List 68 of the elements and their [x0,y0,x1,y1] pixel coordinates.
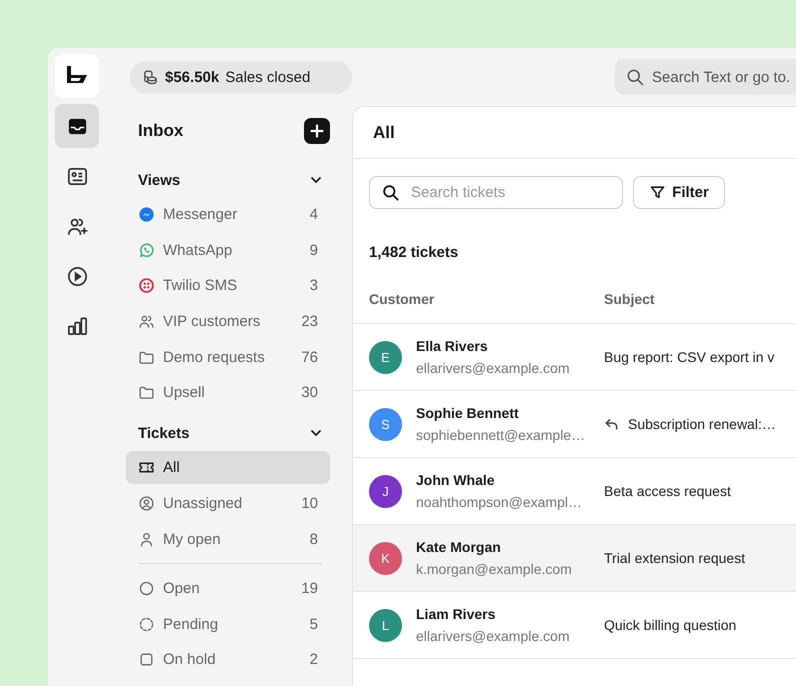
filter-icon [649,184,666,201]
sidebar-item[interactable]: WhatsApp 9 [126,234,330,267]
search-icon [381,183,400,202]
sidebar-item[interactable]: Twilio SMS 3 [126,269,330,302]
customer-name: Kate Morgan [416,539,502,555]
column-header: Subject [604,291,655,307]
ticket-subject: Subscription renewal:… [628,416,776,432]
ticket-subject: Bug report: CSV export in v [604,349,774,365]
circle-icon [138,580,155,597]
messenger-icon [138,206,155,223]
inbox-title: Inbox [138,121,184,141]
ticket-search-field[interactable]: Search tickets [369,176,623,209]
avatar: L [369,608,402,642]
panel-title: All [373,122,395,142]
sidebar-item[interactable]: My open 8 [126,522,330,556]
ticket-subject: Quick billing question [604,617,736,633]
sidebar-item[interactable]: Unassigned 10 [126,487,330,520]
customer-email: ellarivers@example.com [416,360,570,376]
square-icon [138,651,155,668]
column-header: Customer [369,291,434,307]
folder-icon [138,384,155,402]
bar-chart-icon [66,314,88,338]
plus-icon [309,123,325,139]
customer-email: sophiebennett@example… [416,427,586,443]
coins-icon [142,68,159,86]
ticket-subject: Beta access request [604,483,731,499]
ticket-row[interactable]: L Liam Rivers ellarivers@example.com Quick billing question [353,592,796,659]
global-search-field[interactable]: Search Text or go to. [615,59,796,95]
customer-name: Ella Rivers [416,338,489,354]
play-icon [66,264,88,288]
customer-name: John Whale [416,472,496,488]
app-logo[interactable] [55,54,99,98]
avatar: E [369,340,402,374]
customer-name: Sophie Bennett [416,405,520,421]
sidebar-item[interactable]: On hold 2 [126,643,330,676]
sidebar-item[interactable]: Pending 5 [126,608,330,640]
customer-email: k.morgan@example.com [416,561,572,577]
nav-button[interactable] [55,104,99,148]
avatar: J [369,474,402,508]
sidebar-item[interactable]: VIP customers 23 [126,305,330,338]
ticket-count: 1,482 tickets [369,244,458,261]
ticket-subject: Trial extension request [604,550,746,566]
customer-email: noahthompson@exampl… [416,494,582,510]
customer-name: Liam Rivers [416,606,496,622]
avatar: K [369,542,402,574]
customer-email: ellarivers@example.com [416,628,570,644]
sidebar-item[interactable]: Upsell 30 [126,376,330,410]
user-icon [138,530,155,548]
user-circle-icon [138,495,155,512]
ticket-row[interactable]: K Kate Morgan k.morgan@example.com Trial extension request [353,525,796,592]
users-icon [138,313,155,330]
search-icon [625,67,645,87]
sidebar-item[interactable]: Messenger 4 [126,198,330,231]
dashed-circle-icon [138,616,155,632]
filter-button[interactable]: Filter [633,176,725,209]
avatar: S [369,408,402,440]
section-heading: Views [138,172,180,188]
whatsapp-icon [138,242,155,259]
sidebar-item[interactable]: All [126,451,330,484]
sales-label: Sales closed [225,68,310,86]
twilio-icon [138,277,155,294]
section-heading: Tickets [138,424,190,442]
ticket-row[interactable]: S Sophie Bennett sophiebennett@example… Subscription renewal:… [353,391,796,458]
ticket-row[interactable]: E Ella Rivers ellarivers@example.com Bug report: CSV export in v [353,324,796,391]
sales-amount: $56.50k [165,68,220,86]
add-button[interactable] [304,118,330,144]
sidebar-item[interactable]: Open 19 [126,572,330,605]
sidebar-item[interactable]: Demo requests 76 [126,340,330,374]
